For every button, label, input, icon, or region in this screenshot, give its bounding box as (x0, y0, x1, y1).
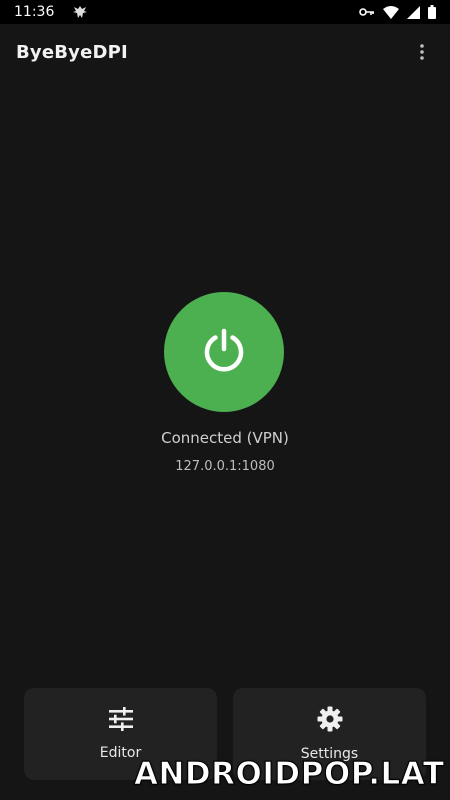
status-icons (359, 5, 436, 19)
proxy-address: 127.0.0.1:1080 (175, 459, 275, 474)
app-title: ByeByeDPI (16, 41, 128, 63)
battery-icon (428, 5, 436, 19)
status-left: 11:36 (14, 4, 88, 20)
power-icon (201, 327, 247, 377)
tune-icon (108, 707, 134, 735)
status-bar: 11:36 (0, 0, 450, 24)
more-vert-icon[interactable] (410, 40, 434, 64)
notification-bird-icon (72, 4, 88, 20)
gear-icon (317, 706, 343, 736)
watermark-text: ANDROIDPOP.LAT (134, 756, 445, 793)
vpn-key-icon (359, 6, 375, 18)
connection-status: Connected (VPN) (161, 429, 289, 447)
power-button[interactable] (164, 292, 284, 412)
signal-icon (407, 5, 420, 19)
status-time: 11:36 (14, 4, 55, 20)
app-bar: ByeByeDPI (0, 24, 450, 80)
wifi-icon (383, 5, 399, 19)
